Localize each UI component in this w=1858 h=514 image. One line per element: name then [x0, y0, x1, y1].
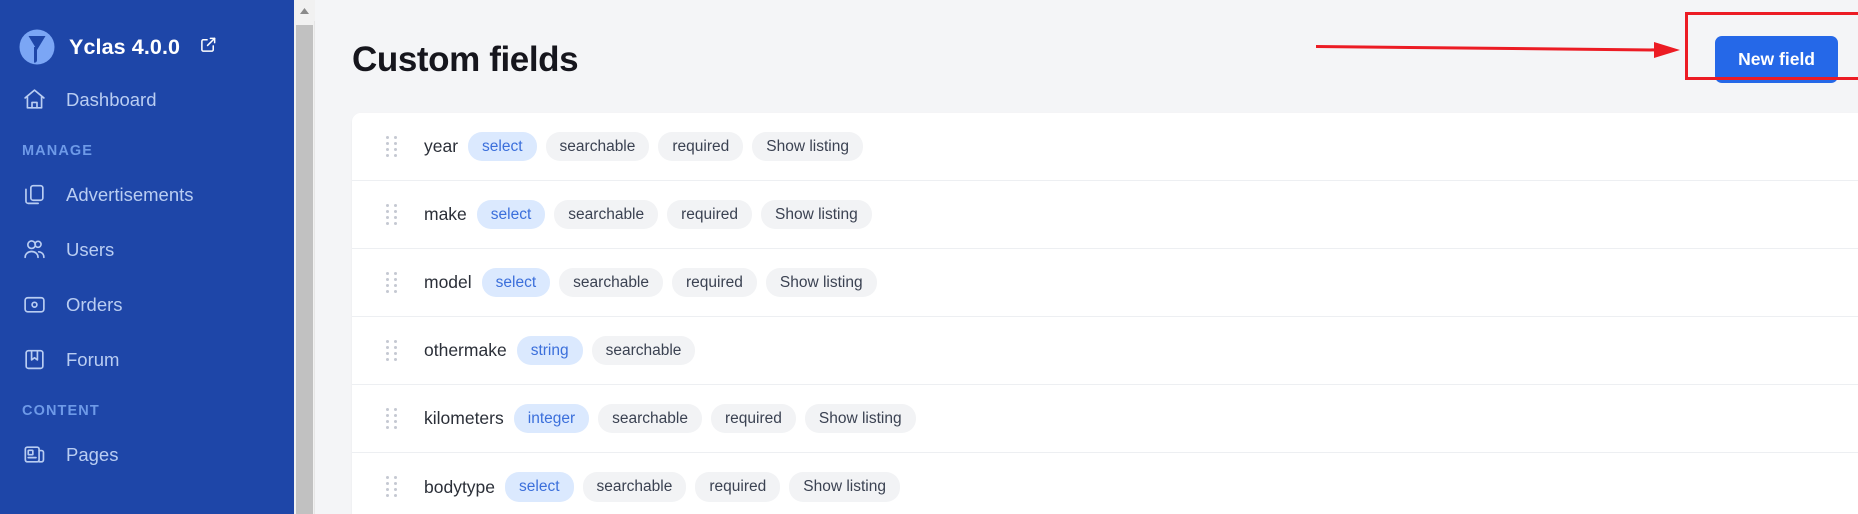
bookmark-icon	[22, 347, 47, 372]
yclas-logo	[18, 28, 56, 66]
drag-handle-icon[interactable]	[386, 203, 398, 225]
field-flag-badge: Show listing	[752, 131, 863, 162]
sidebar-item-pages[interactable]: Pages	[0, 427, 294, 482]
brand[interactable]: Yclas 4.0.0	[0, 0, 294, 72]
sidebar-section-manage: MANAGE	[22, 143, 94, 159]
field-type-badge: select	[476, 199, 546, 230]
drag-handle-icon[interactable]	[386, 476, 398, 497]
new-field-button[interactable]: New field	[1715, 36, 1838, 83]
sidebar-item-users[interactable]: Users	[0, 222, 294, 277]
table-row[interactable]: othermake string searchable	[352, 317, 1858, 385]
page-scrollbar[interactable]	[294, 0, 315, 514]
sidebar-item-label: Dashboard	[66, 88, 157, 110]
field-flag-badge: Show listing	[804, 403, 916, 434]
field-flag-badge: searchable	[559, 267, 663, 298]
field-type-badge: string	[516, 335, 583, 366]
sidebar-item-dashboard[interactable]: Dashboard	[0, 72, 294, 127]
field-type-badge: select	[505, 472, 574, 502]
field-type-badge: select	[481, 267, 551, 298]
sidebar-item-label: Forum	[66, 348, 120, 370]
field-flag-badge: required	[710, 403, 796, 434]
table-row[interactable]: year select searchable required Show lis…	[352, 113, 1858, 181]
sidebar-item-label: Orders	[66, 293, 123, 315]
scrollbar-up-arrow-button[interactable]	[294, 0, 315, 21]
field-name: kilometers	[424, 408, 504, 428]
newspaper-icon	[22, 442, 47, 467]
sidebar-item-label: Users	[66, 238, 115, 260]
table-row[interactable]: make select searchable required Show lis…	[352, 181, 1858, 249]
field-flag-badge: required	[658, 131, 744, 162]
sidebar-section-content: CONTENT	[22, 403, 100, 419]
brand-name: Yclas 4.0.0	[69, 34, 181, 59]
field-type-badge: integer	[513, 403, 590, 434]
external-link-icon[interactable]	[200, 36, 217, 58]
sidebar-item-label: Advertisements	[66, 183, 194, 205]
app-root: Yclas 4.0.0 Dashboard MANAGE Advertiseme…	[0, 0, 1858, 514]
drag-handle-icon[interactable]	[386, 135, 398, 157]
sidebar-item-label: Pages	[66, 443, 119, 465]
field-flag-badge: required	[667, 199, 752, 230]
field-flag-badge: required	[672, 267, 757, 298]
field-name: othermake	[424, 340, 507, 360]
users-icon	[22, 237, 47, 262]
home-icon	[22, 87, 47, 112]
scrollbar-thumb[interactable]	[296, 25, 313, 514]
field-flag-badge: searchable	[554, 199, 659, 230]
table-row[interactable]: model select searchable required Show li…	[352, 249, 1858, 317]
field-flag-badge: searchable	[582, 472, 687, 502]
field-flag-badge: Show listing	[789, 472, 900, 502]
main-content: Custom fields New field year select sear…	[294, 0, 1858, 514]
field-flag-badge: Show listing	[765, 267, 877, 298]
field-flag-badge: searchable	[591, 335, 696, 366]
sidebar-item-advertisements[interactable]: Advertisements	[0, 167, 294, 222]
wallet-icon	[22, 292, 47, 317]
copy-icon	[22, 182, 47, 207]
drag-handle-icon[interactable]	[386, 407, 398, 429]
field-flag-badge: searchable	[598, 403, 702, 434]
field-flag-badge: required	[695, 472, 781, 502]
sidebar-item-orders[interactable]: Orders	[0, 277, 294, 332]
custom-fields-list: year select searchable required Show lis…	[352, 113, 1858, 514]
field-name: bodytype	[424, 476, 496, 497]
page-header: Custom fields New field	[315, 0, 1858, 95]
table-row[interactable]: kilometers integer searchable required S…	[352, 385, 1858, 453]
drag-handle-icon[interactable]	[386, 339, 398, 361]
header-actions: New field	[1715, 36, 1858, 83]
drag-handle-icon[interactable]	[386, 271, 398, 293]
field-name: model	[424, 272, 472, 292]
page-title: Custom fields	[352, 39, 579, 79]
sidebar: Yclas 4.0.0 Dashboard MANAGE Advertiseme…	[0, 0, 294, 514]
field-name: year	[424, 136, 459, 156]
field-flag-badge: searchable	[545, 131, 650, 162]
field-flag-badge: Show listing	[761, 199, 872, 230]
sidebar-item-forum[interactable]: Forum	[0, 332, 294, 387]
table-row[interactable]: bodytype select searchable required Show…	[352, 453, 1858, 514]
field-name: make	[424, 204, 467, 224]
field-type-badge: select	[468, 131, 537, 162]
